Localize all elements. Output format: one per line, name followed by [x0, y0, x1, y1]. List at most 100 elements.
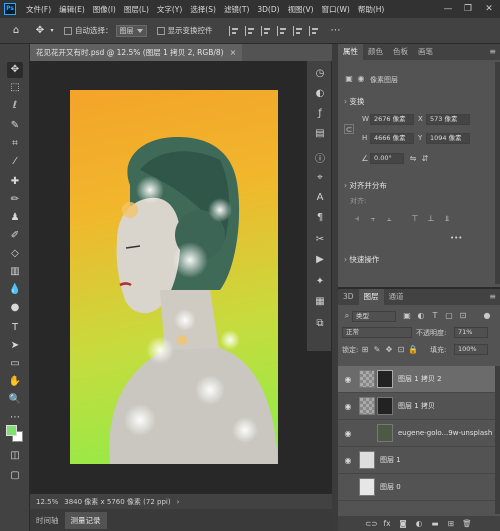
- layer-row[interactable]: 图层 0: [338, 474, 500, 501]
- home-icon[interactable]: ⌂: [8, 23, 24, 39]
- layers-menu-icon[interactable]: ≡: [489, 292, 496, 301]
- menu-select[interactable]: 选择(S): [186, 4, 220, 15]
- paragraph-icon[interactable]: ¶: [312, 209, 328, 225]
- healing-brush-tool-icon[interactable]: ✚: [7, 174, 23, 190]
- tab-properties[interactable]: 属性: [338, 44, 363, 60]
- layer-name[interactable]: eugene-golo...9w-unsplash: [398, 429, 492, 437]
- info-icon[interactable]: ⓘ: [312, 149, 328, 165]
- eye-icon[interactable]: ◉: [341, 402, 355, 411]
- flip-horizontal-icon[interactable]: ⇋: [408, 154, 418, 164]
- align-top-edges-icon[interactable]: ⊤: [410, 214, 420, 224]
- tab-3d[interactable]: 3D: [338, 289, 359, 305]
- menu-filter[interactable]: 滤镜(T): [220, 4, 253, 15]
- foreground-color-swatch[interactable]: [6, 425, 17, 436]
- align-right-edges-icon[interactable]: ⫠: [384, 214, 394, 224]
- marquee-tool-icon[interactable]: ⬚: [7, 80, 23, 96]
- new-layer-icon[interactable]: ⊞: [445, 519, 457, 528]
- filter-adjustment-icon[interactable]: ◐: [416, 311, 426, 321]
- menu-type[interactable]: 文字(Y): [153, 4, 186, 15]
- move-tool-icon[interactable]: ✥: [32, 23, 48, 39]
- transform-section-header[interactable]: 变换: [344, 96, 364, 107]
- menu-image[interactable]: 图像(I): [89, 4, 120, 15]
- eye-icon[interactable]: [341, 483, 355, 492]
- align-right-icon[interactable]: [260, 25, 271, 36]
- auto-select-dropdown[interactable]: 图层: [115, 24, 147, 37]
- filter-toggle-icon[interactable]: ●: [482, 311, 492, 321]
- tab-timeline[interactable]: 时间轴: [30, 512, 65, 529]
- menu-3d[interactable]: 3D(D): [253, 5, 283, 14]
- adjustments-icon[interactable]: ◐: [312, 85, 328, 101]
- trash-icon[interactable]: 🗑: [461, 519, 473, 528]
- layer-name[interactable]: 图层 0: [380, 482, 401, 492]
- close-document-icon[interactable]: ×: [230, 48, 237, 57]
- align-center-icon[interactable]: [244, 25, 255, 36]
- rectangle-tool-icon[interactable]: ▭: [7, 356, 23, 372]
- zoom-level[interactable]: 12.5%: [36, 498, 58, 506]
- properties-scrollbar[interactable]: [495, 62, 500, 284]
- tab-swatches[interactable]: 色板: [388, 44, 413, 60]
- menu-view[interactable]: 视图(V): [284, 4, 318, 15]
- link-dimensions-icon[interactable]: ⊂: [344, 124, 354, 134]
- styles-icon[interactable]: ƒ: [312, 105, 328, 121]
- actions-icon[interactable]: ▶: [312, 251, 328, 267]
- tab-color[interactable]: 颜色: [363, 44, 388, 60]
- restore-button[interactable]: ❐: [458, 0, 478, 18]
- menu-layer[interactable]: 图层(L): [120, 4, 153, 15]
- angle-field[interactable]: 0.00°: [370, 153, 404, 164]
- menu-edit[interactable]: 编辑(E): [55, 4, 89, 15]
- tab-layers[interactable]: 图层: [358, 289, 384, 305]
- layer-row[interactable]: ◉ 图层 1 拷贝: [338, 393, 500, 420]
- color-icon[interactable]: ▦: [312, 293, 328, 309]
- layer-comps-icon[interactable]: ⧉: [312, 315, 328, 331]
- align-section-header[interactable]: 对齐并分布: [344, 180, 387, 191]
- dodge-tool-icon[interactable]: ●: [7, 300, 23, 316]
- fill-field[interactable]: 100%: [454, 344, 488, 355]
- link-icon[interactable]: ⊂⊃: [365, 519, 378, 528]
- hand-tool-icon[interactable]: ✋: [7, 374, 23, 390]
- group-icon[interactable]: ▬: [429, 519, 441, 528]
- lasso-tool-icon[interactable]: ℓ: [7, 98, 23, 114]
- blend-mode-dropdown[interactable]: 正常: [342, 327, 412, 338]
- align-top-icon[interactable]: [276, 25, 287, 36]
- menu-help[interactable]: 帮助(H): [354, 4, 389, 15]
- opacity-field[interactable]: 71%: [454, 327, 488, 338]
- layer-mask-thumbnail[interactable]: [377, 397, 393, 415]
- tab-measurement-log[interactable]: 测量记录: [64, 511, 107, 529]
- navigator-icon[interactable]: ⌖: [312, 169, 328, 185]
- panel-menu-icon[interactable]: ≡: [489, 47, 496, 56]
- filter-smart-icon[interactable]: ⊡: [458, 311, 468, 321]
- layer-name[interactable]: 图层 1: [380, 455, 401, 465]
- filter-shape-icon[interactable]: ▢: [444, 311, 454, 321]
- more-options-icon[interactable]: ⋯: [328, 23, 344, 39]
- tab-brushes[interactable]: 画笔: [413, 44, 438, 60]
- mask-icon[interactable]: ◙: [397, 519, 409, 528]
- height-field[interactable]: 4666 像素: [370, 133, 414, 144]
- layer-row[interactable]: ◉ 图层 1 拷贝 2: [338, 366, 500, 393]
- zoom-tool-icon[interactable]: 🔍: [7, 392, 23, 408]
- tool-presets-icon[interactable]: ✂: [312, 231, 328, 247]
- width-field[interactable]: 2676 像素: [370, 114, 414, 125]
- lock-position-icon[interactable]: ✥: [384, 345, 394, 355]
- character-icon[interactable]: A: [312, 189, 328, 205]
- chevron-down-icon[interactable]: ▾: [48, 23, 56, 39]
- lock-artboard-icon[interactable]: ⊡: [396, 345, 406, 355]
- tab-channels[interactable]: 通道: [384, 289, 409, 305]
- layers-scrollbar[interactable]: [495, 366, 500, 514]
- show-transform-checkbox[interactable]: [156, 26, 165, 35]
- move-tool-icon[interactable]: ✥: [7, 62, 23, 78]
- filter-pixel-icon[interactable]: ▣: [402, 311, 412, 321]
- auto-select-checkbox[interactable]: [64, 26, 72, 35]
- filter-type-icon[interactable]: T: [430, 311, 440, 321]
- layer-mask-thumbnail[interactable]: [377, 370, 393, 388]
- layer-name[interactable]: 图层 1 拷贝: [398, 401, 435, 411]
- eyedropper-tool-icon[interactable]: ⁄: [7, 154, 23, 170]
- quick-mask-icon[interactable]: ◫: [7, 448, 23, 464]
- more-tools-icon[interactable]: ⋯: [7, 410, 23, 426]
- libraries-icon[interactable]: ▤: [312, 125, 328, 141]
- layer-row[interactable]: ◉ eugene-golo...9w-unsplash: [338, 420, 500, 447]
- artwork-canvas[interactable]: [70, 90, 278, 464]
- type-tool-icon[interactable]: T: [7, 320, 23, 336]
- menu-window[interactable]: 窗口(W): [318, 4, 354, 15]
- clone-stamp-tool-icon[interactable]: ♟: [7, 210, 23, 226]
- eraser-tool-icon[interactable]: ◇: [7, 246, 23, 262]
